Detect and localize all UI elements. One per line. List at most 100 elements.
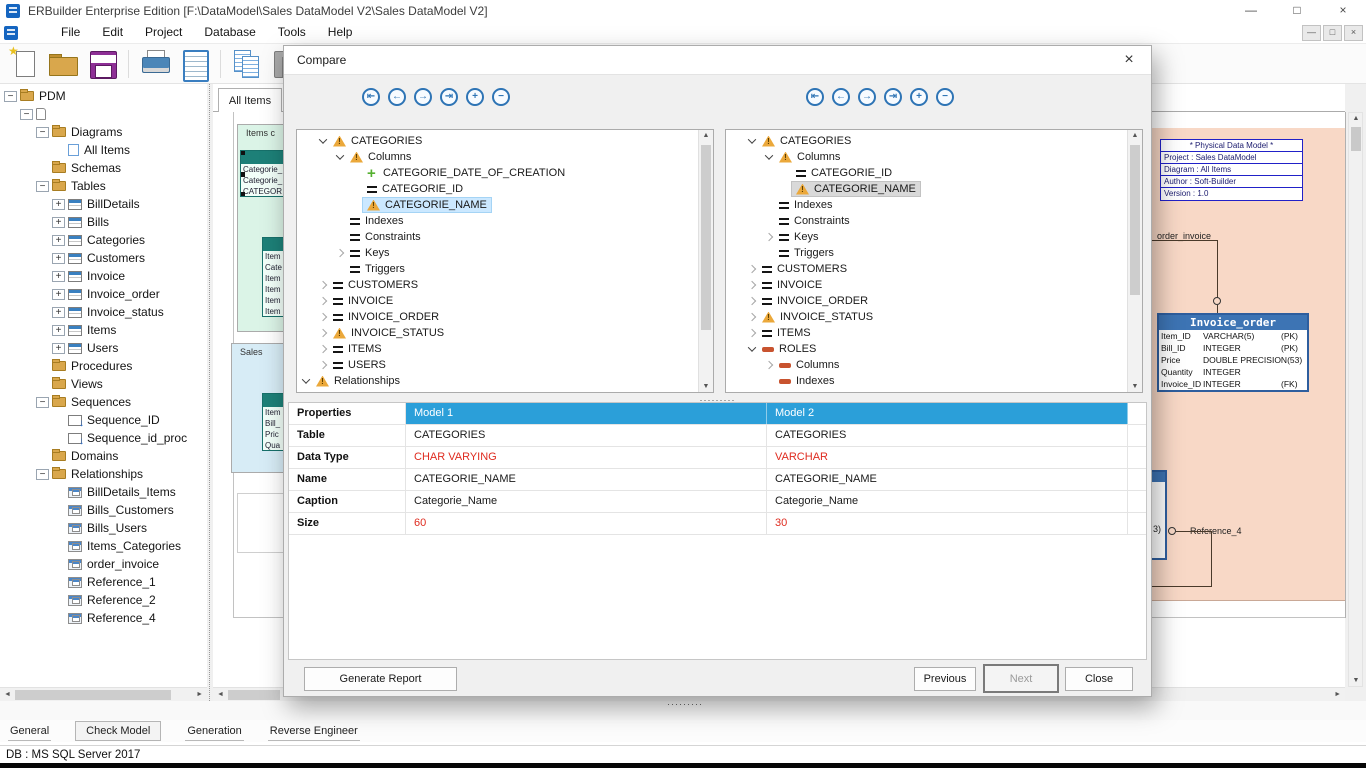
compare-tree-node[interactable]: ITEMS bbox=[726, 325, 1127, 341]
tree-node[interactable]: INVOICE_ORDER bbox=[758, 294, 872, 308]
tree-expander-icon[interactable] bbox=[52, 613, 65, 624]
compare-tree-node[interactable]: Constraints bbox=[297, 229, 698, 245]
generate-report-button[interactable]: Generate Report bbox=[304, 667, 457, 691]
tree-node[interactable]: Columns bbox=[346, 150, 415, 164]
sidebar-tree-item[interactable] bbox=[0, 105, 207, 123]
tree-expander-icon[interactable] bbox=[52, 307, 65, 318]
tree-expander-icon[interactable] bbox=[299, 375, 312, 387]
canvas-vertical-scrollbar[interactable]: ▲ ▼ bbox=[1348, 112, 1363, 687]
next-button[interactable]: Next bbox=[984, 665, 1058, 692]
scroll-down-icon[interactable]: ▼ bbox=[1349, 677, 1363, 684]
tree-expander-icon[interactable] bbox=[762, 231, 775, 243]
scroll-thumb[interactable] bbox=[1351, 127, 1361, 151]
tree-expander-icon[interactable] bbox=[36, 127, 49, 138]
tree-expander-icon[interactable] bbox=[52, 559, 65, 570]
m1-nav-last-icon[interactable]: ⇥ bbox=[440, 88, 458, 106]
sidebar-tree-item[interactable]: Invoice_status bbox=[0, 303, 207, 321]
tree-node[interactable]: CATEGORIE_NAME bbox=[792, 182, 920, 196]
tree-expander-icon[interactable] bbox=[52, 487, 65, 498]
diagram-tab-all-items[interactable]: All Items bbox=[218, 88, 282, 112]
tree-node[interactable]: Constraints bbox=[346, 230, 425, 244]
erd-table-partial[interactable] bbox=[1152, 470, 1167, 560]
sidebar-splitter[interactable] bbox=[209, 84, 210, 701]
tree-node[interactable]: CUSTOMERS bbox=[758, 262, 851, 276]
sidebar-tree-item[interactable]: Relationships bbox=[0, 465, 207, 483]
menu-item[interactable]: Help bbox=[317, 22, 364, 43]
menu-item[interactable]: Tools bbox=[267, 22, 317, 43]
tree-expander-icon[interactable] bbox=[316, 311, 329, 323]
scroll-up-icon[interactable]: ▲ bbox=[1349, 115, 1363, 122]
tree-expander-icon[interactable] bbox=[316, 279, 329, 291]
scroll-right-icon[interactable]: ► bbox=[196, 690, 203, 700]
tree-node[interactable]: Keys bbox=[775, 230, 822, 244]
tree-expander-icon[interactable] bbox=[36, 361, 49, 372]
scroll-left-icon[interactable]: ◄ bbox=[217, 690, 224, 700]
sidebar-tree-item[interactable]: Bills bbox=[0, 213, 207, 231]
menu-item[interactable]: Project bbox=[134, 22, 193, 43]
tree-expander-icon[interactable] bbox=[36, 451, 49, 462]
tree-expander-icon[interactable] bbox=[52, 253, 65, 264]
compare-tree-node[interactable]: USERS bbox=[297, 357, 698, 373]
compare-tree-node[interactable]: Keys bbox=[726, 229, 1127, 245]
tree-node[interactable]: INVOICE bbox=[329, 294, 397, 308]
sidebar-tree-item[interactable]: Domains bbox=[0, 447, 207, 465]
save-icon[interactable] bbox=[86, 48, 118, 80]
sidebar-tree-item[interactable]: Reference_1 bbox=[0, 573, 207, 591]
sidebar-tree-item[interactable]: Customers bbox=[0, 249, 207, 267]
scroll-up-icon[interactable]: ▲ bbox=[699, 132, 713, 139]
sidebar-tree-item[interactable]: order_invoice bbox=[0, 555, 207, 573]
compare-tree-node[interactable]: CATEGORIE_NAME bbox=[726, 181, 1127, 197]
compare-tree-node[interactable]: CATEGORIE_ID bbox=[297, 181, 698, 197]
tree-node[interactable]: CATEGORIE_ID bbox=[792, 166, 896, 180]
splitter-dots[interactable]: ········· bbox=[655, 699, 715, 709]
compare-tree-node[interactable]: Columns bbox=[297, 149, 698, 165]
tree-expander-icon[interactable] bbox=[745, 295, 758, 307]
compare-tree-node[interactable]: Indexes bbox=[726, 373, 1127, 389]
m2-nav-previous-icon[interactable]: ← bbox=[832, 88, 850, 106]
tree-expander-icon[interactable] bbox=[52, 271, 65, 282]
sidebar-tree-item[interactable]: Reference_4 bbox=[0, 609, 207, 627]
output-tab[interactable]: General bbox=[8, 722, 51, 741]
tree-expander-icon[interactable] bbox=[745, 135, 758, 147]
compare-tree-node[interactable]: Relationships bbox=[297, 373, 698, 389]
tree-node[interactable]: ITEMS bbox=[329, 342, 386, 356]
compare-tree-node[interactable]: INVOICE_ORDER bbox=[726, 293, 1127, 309]
report-icon[interactable] bbox=[178, 48, 210, 80]
tree-node[interactable]: ROLES bbox=[758, 342, 820, 356]
sidebar-tree-item[interactable]: Reference_2 bbox=[0, 591, 207, 609]
tree-node[interactable]: Constraints bbox=[775, 214, 854, 228]
previous-button[interactable]: Previous bbox=[914, 667, 976, 691]
tree-expander-icon[interactable] bbox=[52, 289, 65, 300]
compare-tree-node[interactable]: INVOICE bbox=[297, 293, 698, 309]
close-button[interactable]: Close bbox=[1065, 667, 1133, 691]
selection-handle[interactable] bbox=[240, 172, 245, 177]
output-tab[interactable]: Check Model bbox=[75, 721, 161, 741]
tree-node[interactable]: INVOICE_STATUS bbox=[758, 310, 877, 324]
tree-node[interactable]: Columns bbox=[775, 358, 843, 372]
scroll-thumb[interactable] bbox=[1130, 145, 1140, 295]
tree-node[interactable]: INVOICE_STATUS bbox=[329, 326, 448, 340]
tree-expander-icon[interactable] bbox=[52, 415, 65, 426]
compare-tree-node[interactable]: ROLES bbox=[726, 341, 1127, 357]
tree-expander-icon[interactable] bbox=[316, 295, 329, 307]
sidebar-tree-item[interactable]: Diagrams bbox=[0, 123, 207, 141]
compare-tree-node[interactable]: Columns bbox=[726, 357, 1127, 373]
compare-tree-node[interactable]: Constraints bbox=[726, 213, 1127, 229]
tree-expander-icon[interactable] bbox=[52, 577, 65, 588]
menu-item[interactable]: File bbox=[50, 22, 91, 43]
scroll-up-icon[interactable]: ▲ bbox=[1128, 132, 1142, 139]
compare-tree-node[interactable]: CUSTOMERS bbox=[297, 277, 698, 293]
mdi-minimize-icon[interactable]: — bbox=[1302, 25, 1321, 41]
tree-node[interactable]: Keys bbox=[346, 246, 393, 260]
output-tab[interactable]: Reverse Engineer bbox=[268, 722, 360, 741]
compare-tree-node[interactable]: Keys bbox=[297, 245, 698, 261]
sidebar-tree-item[interactable]: Users bbox=[0, 339, 207, 357]
open-project-icon[interactable] bbox=[47, 48, 79, 80]
tree-expander-icon[interactable] bbox=[745, 343, 758, 355]
diagram-info-box[interactable]: * Physical Data Model *Project : Sales D… bbox=[1160, 139, 1303, 201]
tree-node[interactable]: Triggers bbox=[775, 246, 838, 260]
tree-vertical-scrollbar[interactable]: ▲ ▼ bbox=[1127, 130, 1142, 392]
tree-expander-icon[interactable] bbox=[52, 325, 65, 336]
compare-tree-node[interactable]: CUSTOMERS bbox=[726, 261, 1127, 277]
tree-expander-icon[interactable] bbox=[20, 109, 33, 120]
